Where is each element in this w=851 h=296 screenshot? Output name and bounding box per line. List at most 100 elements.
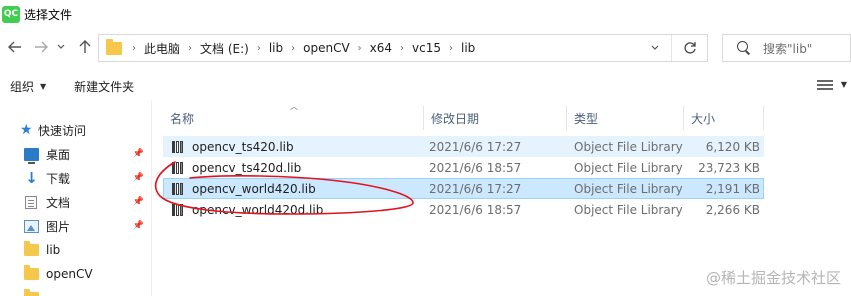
chevron-right-icon: › [400, 42, 405, 54]
search-input[interactable]: 搜索"lib" [722, 34, 851, 62]
file-modified: 2021/6/6 18:57 [429, 160, 522, 175]
breadcrumb-lib[interactable]: lib [269, 41, 283, 55]
file-row[interactable]: opencv_world420.lib 2021/6/6 17:27 Objec… [163, 178, 764, 199]
file-name: opencv_ts420.lib [192, 139, 294, 154]
up-button[interactable] [76, 38, 94, 56]
arrow-up-icon [79, 40, 91, 53]
column-header-type[interactable]: 类型 [567, 106, 684, 130]
file-name: opencv_ts420d.lib [192, 160, 302, 175]
sidebar-item-documents[interactable]: 文档 📌 [0, 191, 150, 213]
file-type: Object File Library [574, 139, 683, 154]
sidebar-item-label: 文档 [46, 195, 71, 210]
folder-icon [106, 38, 122, 55]
sidebar-item-desktop[interactable]: 桌面 📌 [0, 143, 150, 165]
file-name: opencv_world420d.lib [192, 202, 324, 217]
file-modified: 2021/6/6 18:57 [429, 202, 522, 217]
sidebar-item-downloads[interactable]: ↓ 下载 📌 [0, 167, 150, 189]
address-dropdown-button[interactable] [645, 35, 665, 61]
navigation-pane: ★ 快速访问 桌面 📌 ↓ 下载 📌 文档 📌 图片 📌 lib openCV [0, 100, 152, 296]
command-bar: 组织 ▼ 新建文件夹 ▼ [0, 72, 851, 100]
sidebar-item-pictures[interactable]: 图片 📌 [0, 215, 150, 237]
forward-button[interactable] [32, 38, 50, 56]
arrow-right-icon [35, 41, 48, 53]
sidebar-item-label: 图片 [46, 219, 71, 234]
sidebar-item-label: 桌面 [46, 147, 71, 162]
library-file-icon [172, 182, 186, 195]
sidebar-item-label: 快速访问 [38, 123, 87, 138]
sidebar-item-label: lib [46, 243, 61, 257]
organize-button[interactable]: 组织 ▼ [10, 78, 46, 95]
library-file-icon [172, 203, 186, 216]
chevron-right-icon: › [291, 42, 296, 54]
download-icon: ↓ [25, 168, 38, 187]
breadcrumb-vc15[interactable]: vc15 [412, 41, 441, 55]
file-modified: 2021/6/6 17:27 [429, 139, 522, 154]
file-size: 2,191 KB [705, 181, 760, 196]
picture-icon [24, 219, 39, 233]
library-file-icon [172, 140, 186, 153]
library-file-icon [172, 161, 186, 174]
desktop-icon [24, 147, 39, 164]
search-placeholder: 搜索"lib" [763, 41, 813, 56]
search-icon [737, 41, 751, 55]
sidebar-item-lib[interactable]: lib [0, 239, 150, 261]
file-name: opencv_world420.lib [192, 181, 316, 196]
file-row[interactable]: opencv_world420d.lib 2021/6/6 18:57 Obje… [163, 199, 764, 220]
organize-label: 组织 [10, 79, 35, 94]
file-name-cell: opencv_ts420.lib [172, 136, 294, 157]
new-folder-button[interactable]: 新建文件夹 [74, 78, 134, 95]
refresh-icon [683, 42, 696, 54]
view-options-icon[interactable] [817, 80, 833, 92]
window-title: 选择文件 [24, 7, 73, 22]
file-name-cell: opencv_ts420d.lib [172, 157, 301, 178]
folder-icon [24, 289, 39, 296]
breadcrumb-lib-current[interactable]: lib [461, 41, 475, 55]
sidebar-item-quick-access[interactable]: ★ 快速访问 [0, 119, 150, 141]
column-header-modified[interactable]: 修改日期 [424, 106, 567, 130]
star-icon: ★ [20, 122, 33, 138]
column-header-size[interactable]: 大小 [684, 106, 764, 130]
breadcrumb-opencv[interactable]: openCV [303, 41, 350, 55]
breadcrumb-x64[interactable]: x64 [370, 41, 392, 55]
chevron-right-icon: › [449, 42, 454, 54]
pin-icon[interactable]: 📌 [133, 173, 144, 183]
pin-icon[interactable]: 📌 [133, 197, 144, 207]
file-row[interactable]: opencv_ts420d.lib 2021/6/6 18:57 Object … [163, 157, 764, 178]
pin-icon[interactable]: 📌 [133, 149, 144, 159]
sidebar-item-partial[interactable] [0, 287, 150, 296]
app-icon: QC [2, 5, 20, 23]
chevron-right-icon: › [188, 42, 193, 54]
breadcrumb-this-pc[interactable]: 此电脑 [144, 40, 180, 57]
title-bar: QC 选择文件 [0, 0, 851, 28]
refresh-button[interactable] [671, 35, 707, 61]
breadcrumb-drive-e[interactable]: 文档 (E:) [200, 40, 249, 57]
address-bar[interactable]: › 此电脑 › 文档 (E:) › lib › openCV › x64 › v… [98, 34, 708, 62]
chevron-right-icon: › [256, 42, 261, 54]
caret-down-icon[interactable]: ▼ [841, 80, 847, 89]
arrow-left-icon [8, 41, 21, 53]
sidebar-item-opencv[interactable]: openCV [0, 263, 150, 285]
file-type: Object File Library [574, 202, 683, 217]
chevron-right-icon: › [132, 42, 136, 54]
column-header-name[interactable]: 名称 [163, 106, 424, 130]
file-row[interactable]: opencv_ts420.lib 2021/6/6 17:27 Object F… [163, 136, 764, 157]
file-name-cell: opencv_world420.lib [172, 178, 316, 199]
watermark: @稀土掘金技术社区 [705, 269, 841, 287]
file-modified: 2021/6/6 17:27 [429, 181, 522, 196]
file-type: Object File Library [574, 181, 683, 196]
recent-locations-button[interactable] [56, 38, 66, 56]
new-folder-label: 新建文件夹 [74, 79, 135, 94]
file-size: 2,266 KB [705, 202, 760, 217]
file-name-cell: opencv_world420d.lib [172, 199, 323, 220]
folder-icon [24, 265, 39, 280]
sidebar-item-label: 下载 [46, 171, 71, 186]
address-row: › 此电脑 › 文档 (E:) › lib › openCV › x64 › v… [0, 30, 851, 66]
sidebar-item-label: openCV [46, 267, 93, 281]
chevron-right-icon: › [357, 42, 362, 54]
back-button[interactable] [6, 38, 24, 56]
file-size: 23,723 KB [698, 160, 760, 175]
caret-down-icon: ▼ [40, 81, 47, 91]
chevron-down-icon [651, 45, 659, 50]
file-type: Object File Library [574, 160, 683, 175]
pin-icon[interactable]: 📌 [133, 221, 144, 231]
